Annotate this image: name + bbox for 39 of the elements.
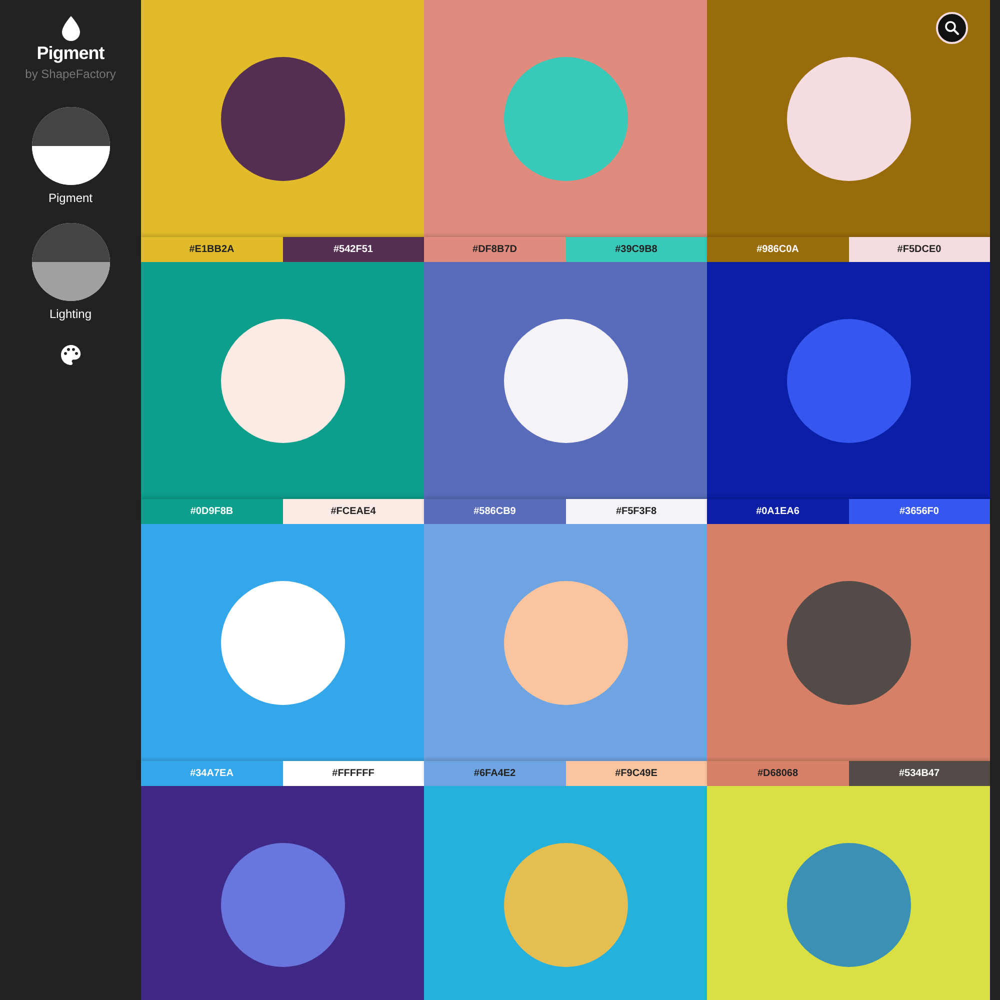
hex-label: #39C9B8 <box>566 237 707 262</box>
mode-dial[interactable] <box>32 107 110 185</box>
mode-label: Pigment <box>48 191 93 205</box>
hex-label: #F5F3F8 <box>566 499 707 524</box>
hex-label: #DF8B7D <box>424 237 566 262</box>
hex-label: #E1BB2A <box>141 237 282 262</box>
hex-label: #FFFFFF <box>282 761 424 786</box>
swatch-tile[interactable] <box>141 524 424 761</box>
hex-label: #34A7EA <box>141 761 282 786</box>
swatch-tile[interactable] <box>707 524 990 761</box>
hex-label: #6FA4E2 <box>424 761 566 786</box>
hex-label: #586CB9 <box>424 499 566 524</box>
swatch-tile[interactable] <box>141 0 424 237</box>
mode-label: Lighting <box>49 307 92 321</box>
hex-label: #0A1EA6 <box>707 499 848 524</box>
app-byline: by ShapeFactory <box>25 67 116 81</box>
hex-label: #3656F0 <box>848 499 990 524</box>
swatch-tile[interactable] <box>707 262 990 499</box>
swatch-tile[interactable] <box>141 786 424 1000</box>
hex-label: #F5DCE0 <box>848 237 990 262</box>
app-name: Pigment <box>36 43 104 64</box>
search-icon <box>944 20 960 36</box>
swatch-tile[interactable] <box>141 262 424 499</box>
hex-label: #F9C49E <box>566 761 707 786</box>
swatch-tile[interactable] <box>424 786 707 1000</box>
mode-dial[interactable] <box>32 223 110 301</box>
swatch-tile[interactable] <box>707 0 990 237</box>
hex-label: #0D9F8B <box>141 499 282 524</box>
swatch-tile[interactable] <box>424 524 707 761</box>
hex-label: #986C0A <box>707 237 848 262</box>
swatch-tile[interactable] <box>424 0 707 237</box>
palette-icon[interactable] <box>58 343 82 367</box>
swatch-tile[interactable] <box>707 786 990 1000</box>
hex-label: #FCEAE4 <box>282 499 424 524</box>
hex-label: #D68068 <box>707 761 848 786</box>
hex-label: #542F51 <box>282 237 424 262</box>
hex-label: #534B47 <box>848 761 990 786</box>
droplet-icon <box>62 16 80 41</box>
swatch-tile[interactable] <box>424 262 707 499</box>
